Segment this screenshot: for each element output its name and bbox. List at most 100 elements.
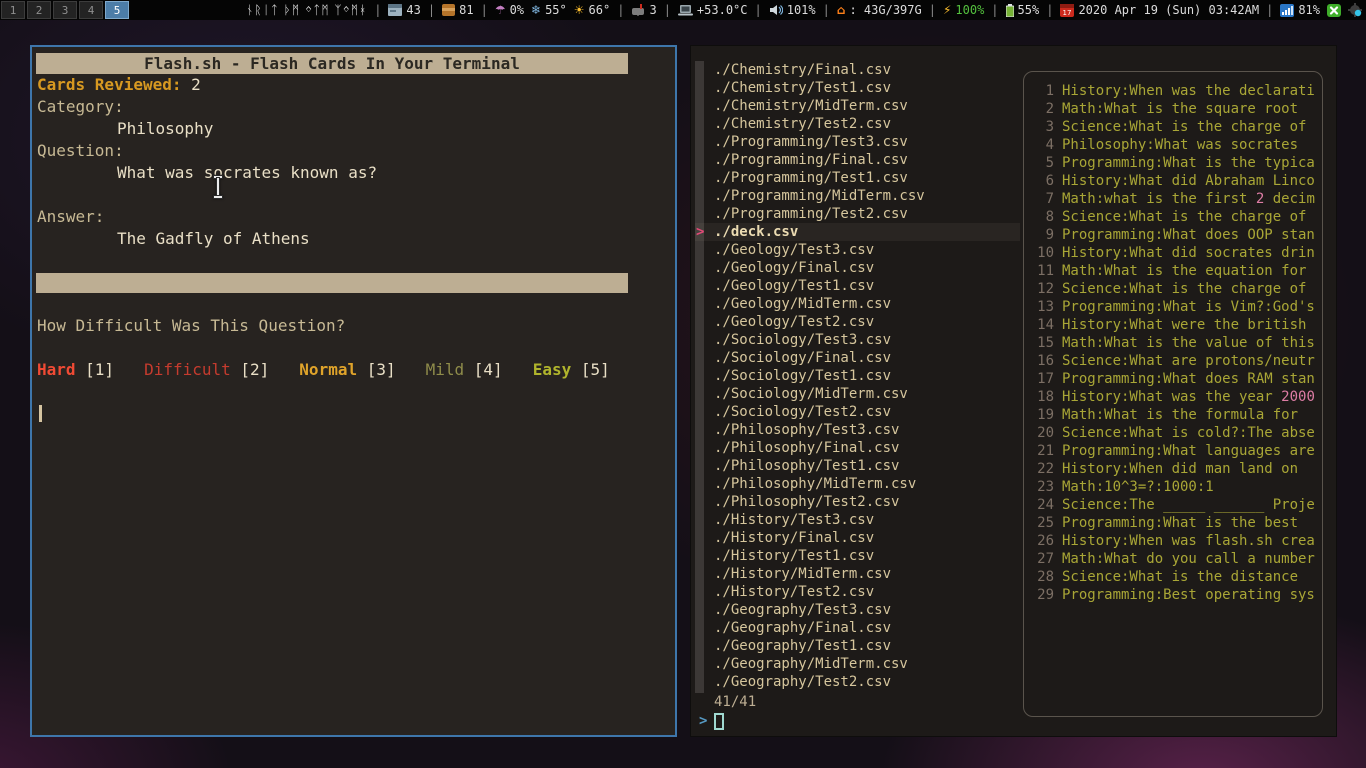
file-item[interactable]: ./Sociology/MidTerm.csv xyxy=(695,385,1020,403)
status-segments: ᚾᚱᛁᛏ ᚦᛗ ᛜᛏᛗ ᛉᛜᛗᚼ|43|81|☂0%❄55°☀66°|3|+53… xyxy=(246,3,1366,17)
preview-line: 15Math:What is the value of this xyxy=(1030,334,1322,352)
separator: | xyxy=(929,3,936,17)
file-item[interactable]: ./Geology/Test3.csv xyxy=(695,241,1020,259)
file-item[interactable]: ./Sociology/Test2.csv xyxy=(695,403,1020,421)
preview-line: 24Science:The _____ ______ Proje xyxy=(1030,496,1322,514)
preview-text: Programming:What languages are xyxy=(1062,443,1315,459)
category-value-line: Philosophy xyxy=(32,118,675,140)
sun-icon: ☀ xyxy=(574,4,585,16)
file-item[interactable]: ./Philosophy/MidTerm.csv xyxy=(695,475,1020,493)
calendar-icon: 17 xyxy=(1060,4,1074,17)
workspace-button-3[interactable]: 3 xyxy=(53,1,77,19)
updates-count-text: 43 xyxy=(406,3,420,17)
file-item[interactable]: ./Programming/Test1.csv xyxy=(695,169,1020,187)
workspace-button-4[interactable]: 4 xyxy=(79,1,103,19)
file-item[interactable]: ./Chemistry/Final.csv xyxy=(695,61,1020,79)
fzf-prompt-row[interactable]: > xyxy=(699,711,724,731)
line-number: 16 xyxy=(1030,352,1054,370)
file-name: ./Chemistry/Test2.csv xyxy=(714,116,891,132)
file-item[interactable]: ./Programming/Test2.csv xyxy=(695,205,1020,223)
wifi-strength: 81% xyxy=(1280,3,1320,17)
difficulty-option-normal[interactable]: Normal [3] xyxy=(299,359,395,381)
difficulty-option-easy[interactable]: Easy [5] xyxy=(533,359,610,381)
file-item[interactable]: ./Chemistry/Test1.csv xyxy=(695,79,1020,97)
preview-text: Math:What is the formula for xyxy=(1062,407,1298,423)
line-number: 10 xyxy=(1030,244,1054,262)
difficulty-prompt-line: How Difficult Was This Question? xyxy=(32,315,675,337)
file-item[interactable]: ./Programming/Test3.csv xyxy=(695,133,1020,151)
file-item[interactable]: ./History/Test3.csv xyxy=(695,511,1020,529)
file-item[interactable]: ./History/Final.csv xyxy=(695,529,1020,547)
file-item[interactable]: ./Geography/Test1.csv xyxy=(695,637,1020,655)
separator: | xyxy=(428,3,435,17)
line-number: 1 xyxy=(1030,82,1054,100)
preview-line: 16 Science:What are protons/neutr xyxy=(1030,352,1322,370)
preview-text: Science:What are protons/neutr xyxy=(1062,353,1315,369)
file-list: ./Chemistry/Final.csv./Chemistry/Test1.c… xyxy=(695,61,1020,691)
rain-chance: ☂0% xyxy=(495,3,524,17)
tray-app[interactable] xyxy=(1348,3,1362,17)
file-item[interactable]: ./Programming/Final.csv xyxy=(695,151,1020,169)
difficulty-keybind: [1] xyxy=(76,360,115,379)
file-item[interactable]: ./Sociology/Test3.csv xyxy=(695,331,1020,349)
file-item[interactable]: ./Philosophy/Test3.csv xyxy=(695,421,1020,439)
terminal-cursor[interactable] xyxy=(39,405,42,422)
file-name: ./Sociology/Test2.csv xyxy=(714,404,891,420)
preview-line: 8Science:What is the charge of xyxy=(1030,208,1322,226)
cpu-temp-text: +53.0°C xyxy=(697,3,748,17)
line-number: 14 xyxy=(1030,316,1054,334)
file-name: ./History/Test2.csv xyxy=(714,584,874,600)
line-number: 28 xyxy=(1030,568,1054,586)
file-item[interactable]: ./Geography/Test2.csv xyxy=(695,673,1020,691)
difficulty-option-hard[interactable]: Hard [1] xyxy=(37,359,114,381)
separator: | xyxy=(1266,3,1273,17)
line-number: 15 xyxy=(1030,334,1054,352)
difficulty-option-difficult[interactable]: Difficult [2] xyxy=(144,359,269,381)
file-item[interactable]: ./Philosophy/Test1.csv xyxy=(695,457,1020,475)
file-item[interactable]: ./Geography/MidTerm.csv xyxy=(695,655,1020,673)
difficulty-option-mild[interactable]: Mild [4] xyxy=(426,359,503,381)
volume-level: 101% xyxy=(769,3,816,17)
file-item[interactable]: ./Geology/Test1.csv xyxy=(695,277,1020,295)
line-number: 12 xyxy=(1030,280,1054,298)
file-name: ./Sociology/Test3.csv xyxy=(714,332,891,348)
file-name: ./Chemistry/MidTerm.csv xyxy=(714,98,908,114)
file-item[interactable]: ./History/MidTerm.csv xyxy=(695,565,1020,583)
preview-text: History:When did man land on xyxy=(1062,461,1298,477)
preview-text: Science:What is the distance xyxy=(1062,569,1298,585)
file-item[interactable]: ./Philosophy/Test2.csv xyxy=(695,493,1020,511)
file-item[interactable]: ./Geography/Test3.csv xyxy=(695,601,1020,619)
umbrella-icon: ☂ xyxy=(495,4,506,16)
file-item[interactable]: ./Chemistry/Test2.csv xyxy=(695,115,1020,133)
category-label-line: Category: xyxy=(32,96,675,118)
file-item[interactable]: ./History/Test2.csv xyxy=(695,583,1020,601)
file-item[interactable]: ./Geology/Test2.csv xyxy=(695,313,1020,331)
file-item[interactable]: ./Geology/Final.csv xyxy=(695,259,1020,277)
snowflake-icon: ❄ xyxy=(531,4,541,16)
line-number: 22 xyxy=(1030,460,1054,478)
file-item[interactable]: ./Geology/MidTerm.csv xyxy=(695,295,1020,313)
file-name: ./History/Final.csv xyxy=(714,530,874,546)
file-item[interactable]: ./Programming/MidTerm.csv xyxy=(695,187,1020,205)
temp-low: ❄55° xyxy=(531,3,567,17)
workspace-button-1[interactable]: 1 xyxy=(1,1,25,19)
workspace-button-5[interactable]: 5 xyxy=(105,1,129,19)
preview-line: 3Science:What is the charge of xyxy=(1030,118,1322,136)
workspace-button-2[interactable]: 2 xyxy=(27,1,51,19)
prompt-symbol: > xyxy=(699,713,707,729)
difficulty-label: Difficult xyxy=(144,360,231,379)
file-item[interactable]: ./Philosophy/Final.csv xyxy=(695,439,1020,457)
preview-line: 10History:What did socrates drin xyxy=(1030,244,1322,262)
file-item[interactable]: ./Sociology/Test1.csv xyxy=(695,367,1020,385)
file-item-selected[interactable]: >./deck.csv xyxy=(695,223,1020,241)
file-item[interactable]: ./Geography/Final.csv xyxy=(695,619,1020,637)
tray-close[interactable] xyxy=(1327,4,1341,17)
window-icon xyxy=(388,4,402,16)
file-item[interactable]: ./Chemistry/MidTerm.csv xyxy=(695,97,1020,115)
file-item[interactable]: ./History/Test1.csv xyxy=(695,547,1020,565)
line-number: 20 xyxy=(1030,424,1054,442)
prompt-cursor[interactable] xyxy=(714,713,724,730)
file-name: ./Geology/Test3.csv xyxy=(714,242,874,258)
file-name: ./History/Test3.csv xyxy=(714,512,874,528)
file-item[interactable]: ./Sociology/Final.csv xyxy=(695,349,1020,367)
